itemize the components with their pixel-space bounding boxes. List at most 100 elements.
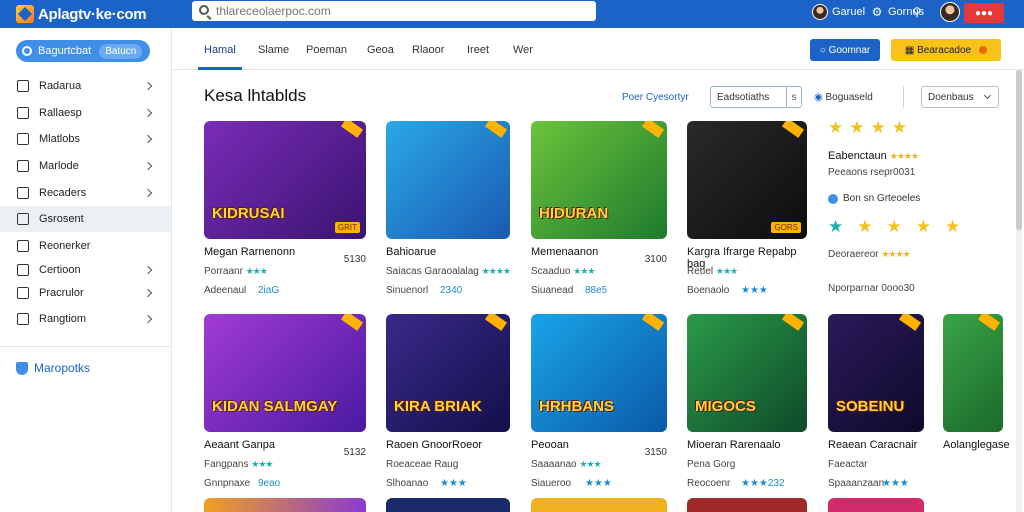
game-thumbnail[interactable]: KIDRUSAI GRIT [204,121,366,239]
game-thumbnail[interactable]: GORS [687,121,807,239]
game-developer: Fangpans ★★★ [204,459,273,470]
nav-tab[interactable]: Slame [258,44,289,56]
game-title[interactable]: Raoen GnoorRoeor [386,439,482,451]
nav-tab[interactable]: Poeman [306,44,347,56]
sidebar-item[interactable]: Reonerker [0,233,171,259]
search-bar [192,1,596,21]
game-card-partial[interactable] [828,498,924,512]
sidebar-item-label: Certioon [39,264,81,276]
sidebar-item[interactable]: Marlode [0,153,171,179]
game-developer: Roeaceae Raug [386,459,459,470]
sidebar-primary-button[interactable]: Bagurtcbat Batucn [16,40,150,62]
brand[interactable]: Aplagtv·ke·com [16,3,147,25]
sidebar-item[interactable]: Pracrulor [0,280,171,306]
scrollbar[interactable] [1016,70,1022,512]
chevron-right-icon [143,188,153,198]
game-title[interactable]: Memenaanon [531,246,598,258]
chevron-right-icon [143,81,153,91]
notification-icon[interactable]: ⚙ [870,5,884,19]
game-developer: Porraanr ★★★ [204,266,268,277]
sidebar-item[interactable]: Radarua [0,73,171,99]
sidebar-item-label: Pracrulor [39,287,84,299]
sidebar-item[interactable]: Gsrosent [0,206,171,232]
game-count: 5132 [343,447,366,458]
game-thumbnail[interactable] [386,121,510,239]
game-developer: Reuel ★★★ [687,266,738,277]
game-title[interactable]: Mioeran Rarenaalo [687,439,781,451]
user-avatar[interactable] [812,4,828,20]
game-meta: Siuanead [531,285,574,296]
sidebar-item[interactable]: Recaders [0,180,171,206]
brand-logo-icon [16,5,34,23]
menu-item-icon [17,80,29,92]
primary-action-button[interactable]: ○ Goomnar [810,39,880,61]
game-developer: Pena Gorg [687,459,736,470]
menu-item-icon [17,107,29,119]
game-tag: ★★★ [882,478,909,489]
search-icon[interactable]: ⚲ [910,5,924,19]
rating-line: Nporparnar 0ooo30 [828,283,915,294]
game-tag: ★★★ [440,478,467,489]
game-tag: 88e5 [585,285,608,296]
search-icon [199,5,209,15]
game-meta: Spaaanzaan [828,478,885,489]
target-icon: ◉ [814,92,823,103]
game-meta: Gnnpnaxe [204,478,251,489]
filter-link[interactable]: Poer Cyesortyr [622,92,689,103]
game-thumbnail[interactable]: HIDURAN [531,121,667,239]
sidebar-footer-link[interactable]: Maropotks [16,361,90,375]
nav-tab[interactable]: Wer [513,44,533,56]
menu-item-icon [17,133,29,145]
game-thumbnail[interactable] [943,314,1003,432]
nav-tab[interactable]: Geoa [367,44,394,56]
nav-tab[interactable]: Rlaoor [412,44,444,56]
menu-item-icon [17,187,29,199]
game-thumbnail[interactable]: HRHBANS [531,314,667,432]
secondary-action-button[interactable]: ▦ Bearacadoe [891,39,1001,61]
menu-item-icon [17,287,29,299]
game-title[interactable]: Peooan [531,439,569,451]
game-title[interactable]: Bahioarue [386,246,436,258]
search-input[interactable] [216,1,556,21]
game-developer: Saiacas Garaoalalag ★★★★ [386,266,511,277]
sort-select[interactable]: Doenbaus [921,86,999,108]
game-thumbnail[interactable]: KIDAN SALMGAY [204,314,366,432]
menu-item-icon [17,313,29,325]
filter-chip[interactable]: Eadsotiaths s [710,86,802,108]
clear-icon[interactable]: s [787,92,801,103]
game-tag: ★★★ [741,285,768,296]
game-tag: ★★★ [585,478,612,489]
sidebar-item-label: Gsrosent [39,213,84,225]
sidebar-item[interactable]: Mlatlobs [0,126,171,152]
game-count: 3100 [644,254,667,265]
game-card-partial[interactable] [531,498,667,512]
game-thumbnail[interactable]: SOBEINU [828,314,924,432]
game-card-partial[interactable] [687,498,807,512]
profile-avatar[interactable] [940,2,960,22]
game-thumbnail[interactable]: MIGOCS [687,314,807,432]
account-button[interactable]: ●●● [964,3,1004,23]
game-tag: 2340 [440,285,463,296]
game-meta: Siaueroo [531,478,572,489]
user-label[interactable]: Garuel [832,6,865,18]
nav-tab[interactable]: Ireet [467,44,489,56]
rating-badge[interactable]: Bon sn Grteoeles [828,193,920,204]
game-meta: Boenaolo [687,285,730,296]
game-meta: Sinuenorl [386,285,429,296]
chevron-right-icon [143,108,153,118]
game-card-partial[interactable] [204,498,366,512]
game-title[interactable]: Aolanglegase [943,439,1010,451]
game-thumbnail[interactable]: KIRA BRIAK [386,314,510,432]
game-title[interactable]: Reaean Caracnair [828,439,917,451]
sidebar-item-label: Marlode [39,160,79,172]
game-card-partial[interactable] [386,498,510,512]
game-count: 3150 [644,447,667,458]
game-title[interactable]: Megan Rarnenonn [204,246,295,258]
filter-select[interactable]: ◉ Boguaseld [814,92,873,103]
sidebar-item[interactable]: Rallaesp [0,100,171,126]
chevron-down-icon [983,91,992,100]
nav-tab[interactable]: Hamal [204,44,236,56]
chevron-right-icon [143,288,153,298]
game-title[interactable]: Aeaant Ganpa [204,439,275,451]
sidebar-item[interactable]: Rangtiom [0,306,171,332]
